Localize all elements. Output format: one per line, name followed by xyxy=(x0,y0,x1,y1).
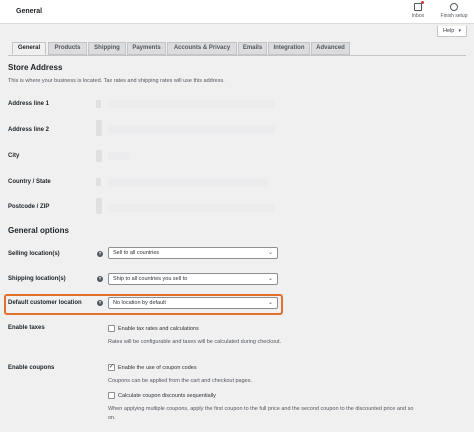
address-line-2-redacted xyxy=(96,120,102,136)
country-state-redacted xyxy=(96,178,101,186)
tab-emails[interactable]: Emails xyxy=(238,42,267,55)
inbox-icon xyxy=(414,1,424,11)
inbox-button[interactable]: Inbox xyxy=(403,1,433,19)
city-input[interactable] xyxy=(108,152,129,160)
enable-taxes-description: Rates will be configurable and taxes wil… xyxy=(108,339,282,345)
sequential-coupons-description-cont: on. xyxy=(108,415,116,421)
city-redacted xyxy=(96,150,102,162)
selling-locations-label: Selling location(s) xyxy=(8,251,60,257)
selling-locations-value: Sell to all countries xyxy=(113,250,160,256)
store-address-heading: Store Address xyxy=(8,63,63,72)
inbox-label: Inbox xyxy=(411,13,425,19)
help-button[interactable]: Help ▾ xyxy=(437,26,467,37)
default-customer-location-label: Default customer location xyxy=(8,300,82,306)
postcode-redacted xyxy=(96,198,102,214)
tab-integration[interactable]: Integration xyxy=(268,42,310,55)
finish-setup-button[interactable]: Finish setup xyxy=(436,3,472,19)
sequential-coupons-checkbox-label: Calculate coupon discounts sequentially xyxy=(118,393,216,399)
shipping-locations-select[interactable]: Ship to all countries you sell to ⌄ xyxy=(108,273,278,285)
help-label: Help xyxy=(443,28,455,34)
tab-accounts-privacy[interactable]: Accounts & Privacy xyxy=(167,42,237,55)
tab-advanced[interactable]: Advanced xyxy=(311,42,350,55)
tabs-divider xyxy=(8,55,466,56)
shipping-locations-value: Ship to all countries you sell to xyxy=(113,276,188,282)
country-state-select[interactable] xyxy=(108,178,268,186)
progress-circle-icon xyxy=(450,3,458,11)
tab-payments[interactable]: Payments xyxy=(127,42,166,55)
enable-coupons-label: Enable coupons xyxy=(8,365,55,371)
enable-taxes-label: Enable taxes xyxy=(8,325,45,331)
enable-taxes-checkbox[interactable] xyxy=(108,325,115,332)
tab-general[interactable]: General xyxy=(12,42,46,55)
address-line-1-label: Address line 1 xyxy=(8,101,50,107)
chevron-down-icon: ⌄ xyxy=(267,300,273,306)
postcode-label: Postcode / ZIP xyxy=(8,204,50,210)
top-bar: General Inbox Finish setup xyxy=(0,0,474,24)
default-customer-location-value: No location by default xyxy=(113,300,166,306)
tab-products[interactable]: Products xyxy=(48,42,87,55)
country-state-label: Country / State xyxy=(8,179,51,185)
store-address-description: This is where your business is located. … xyxy=(8,78,225,84)
selling-locations-select[interactable]: Sell to all countries ⌄ xyxy=(108,247,278,259)
help-tip-icon[interactable]: ? xyxy=(97,276,103,282)
help-tip-icon[interactable]: ? xyxy=(97,251,103,257)
general-options-heading: General options xyxy=(8,226,69,235)
address-line-2-label: Address line 2 xyxy=(8,127,50,133)
caret-down-icon: ▾ xyxy=(458,28,461,34)
chevron-down-icon: ⌄ xyxy=(267,276,273,282)
enable-taxes-checkbox-label: Enable tax rates and calculations xyxy=(118,326,199,332)
page-title: General xyxy=(16,8,43,15)
postcode-input[interactable] xyxy=(108,204,275,212)
enable-coupons-checkbox-label: Enable the use of coupon codes xyxy=(118,365,197,371)
address-line-2-input[interactable] xyxy=(108,126,275,134)
shipping-locations-label: Shipping location(s) xyxy=(8,276,66,282)
chevron-down-icon: ⌄ xyxy=(267,250,273,256)
enable-coupons-checkbox[interactable] xyxy=(108,363,115,371)
sequential-coupons-description: When applying multiple coupons, apply th… xyxy=(108,406,414,412)
tab-shipping[interactable]: Shipping xyxy=(88,42,126,55)
address-line-1-redacted xyxy=(96,100,101,108)
help-tip-icon[interactable]: ? xyxy=(97,300,103,306)
default-customer-location-select[interactable]: No location by default ⌄ xyxy=(108,297,278,309)
finish-setup-label: Finish setup xyxy=(440,13,468,19)
city-label: City xyxy=(8,153,20,159)
sequential-coupons-checkbox[interactable] xyxy=(108,392,115,399)
enable-coupons-description: Coupons can be applied from the cart and… xyxy=(108,378,253,384)
address-line-1-input[interactable] xyxy=(108,100,275,108)
